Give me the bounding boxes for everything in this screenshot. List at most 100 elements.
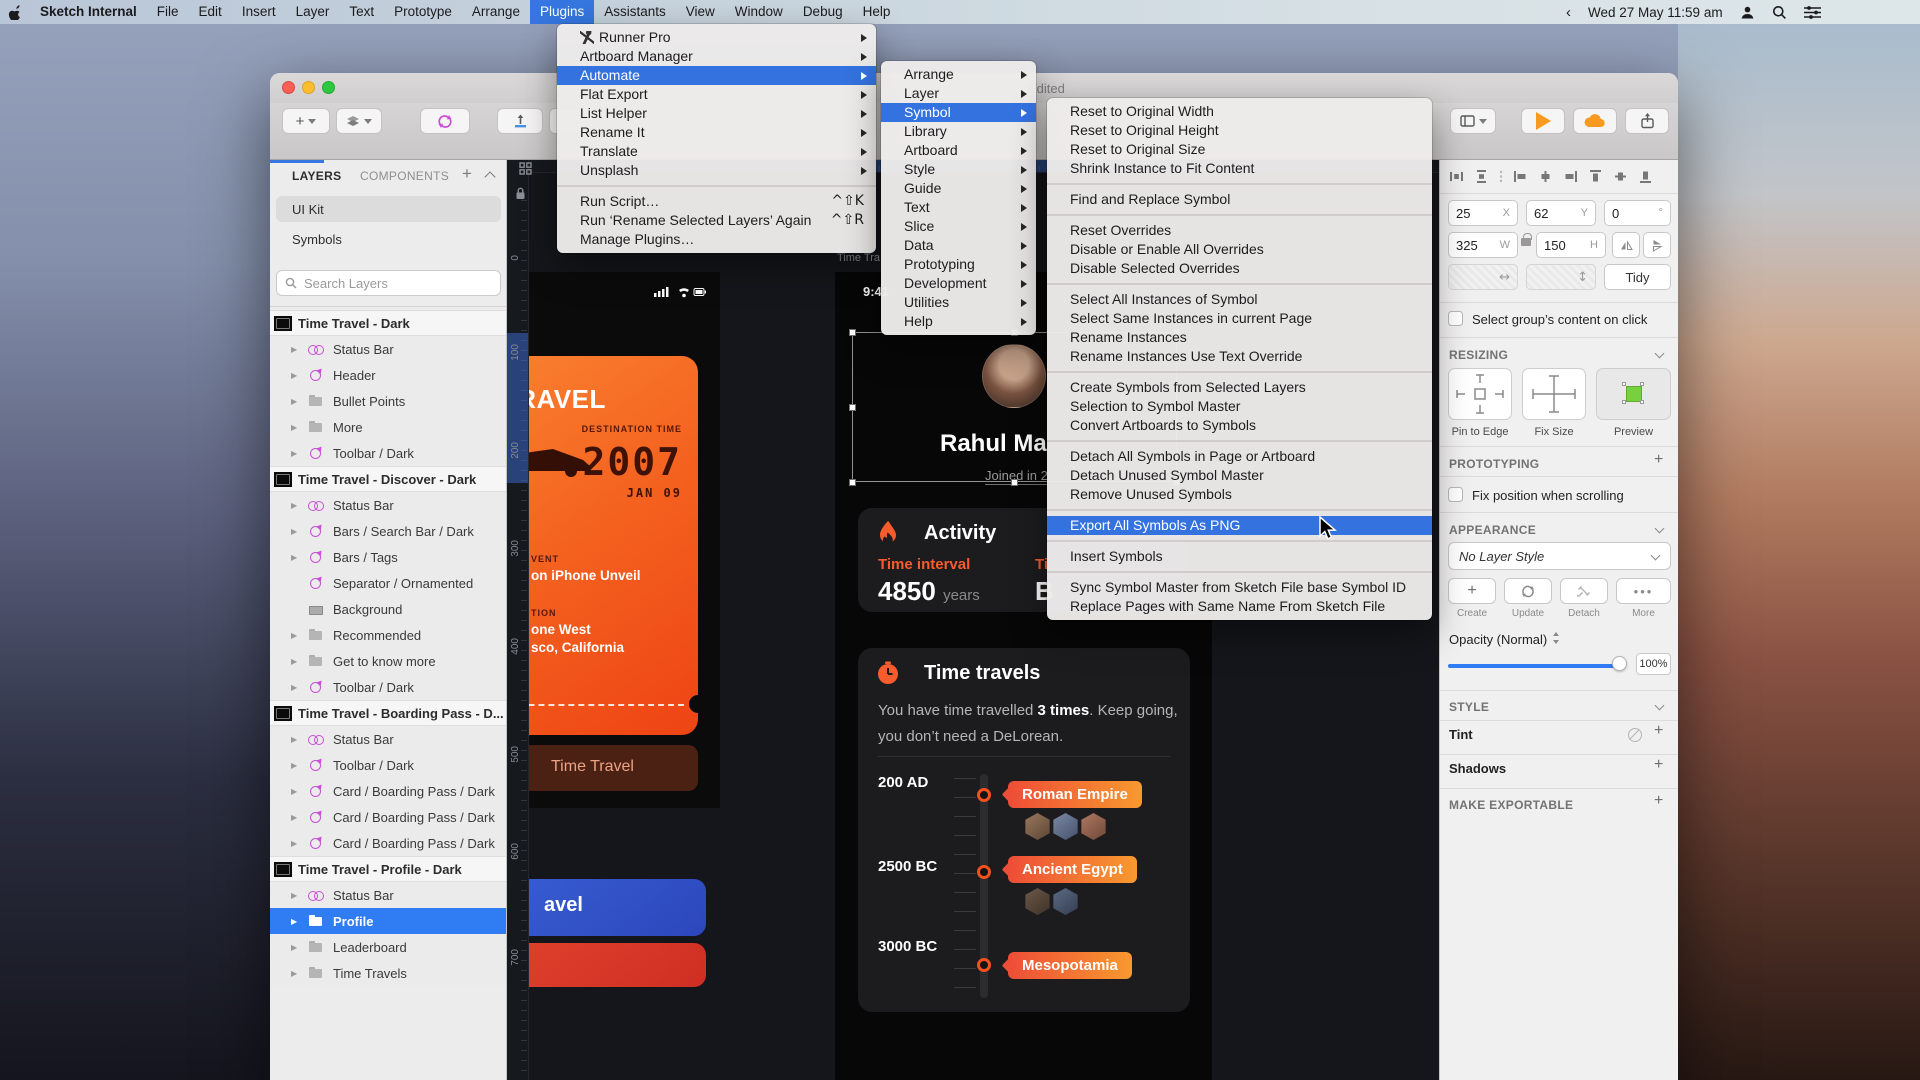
disclosure-triangle-icon[interactable]: ▶ [291, 449, 303, 458]
view-button[interactable] [1450, 108, 1496, 134]
layer-row[interactable]: ▶ Status Bar [270, 336, 506, 362]
disclosure-triangle-icon[interactable]: ▶ [291, 423, 303, 432]
menu-item[interactable] [1047, 440, 1432, 442]
menu-item[interactable]: Run Script… ^⇧K [557, 192, 876, 211]
menu-item[interactable]: Find and Replace Symbol [1047, 190, 1432, 209]
stepper-icon[interactable] [1552, 632, 1561, 644]
layer-row[interactable]: ▶ Card / Boarding Pass / Dark [270, 830, 506, 856]
update-style-button[interactable] [1504, 578, 1552, 604]
layer-row[interactable]: ▶ Time Travels [270, 960, 506, 986]
flip-horizontal-button[interactable] [1612, 232, 1640, 258]
layer-style-select[interactable]: No Layer Style [1448, 542, 1671, 570]
selection-handle[interactable] [849, 479, 856, 486]
x-position-field[interactable]: 25 X [1448, 200, 1518, 226]
menu-item[interactable] [1047, 183, 1432, 185]
disclosure-triangle-icon[interactable]: ▶ [291, 501, 303, 510]
y-position-field[interactable]: 62 Y [1526, 200, 1596, 226]
menubar-item[interactable]: View [676, 0, 725, 24]
layer-row[interactable]: ▶ Bullet Points [270, 388, 506, 414]
menubar-item[interactable]: Insert [232, 0, 286, 24]
detach-style-button[interactable] [1560, 578, 1608, 604]
menubar-item[interactable]: Arrange [462, 0, 530, 24]
pin-to-edge-button[interactable] [1448, 368, 1512, 420]
add-page-button[interactable]: + [462, 164, 472, 184]
control-center-icon[interactable] [1803, 5, 1821, 19]
time-travel-button[interactable]: Time Travel [507, 745, 698, 791]
menu-item[interactable]: Convert Artboards to Symbols [1047, 416, 1432, 435]
menu-item[interactable]: Disable or Enable All Overrides [1047, 240, 1432, 259]
apple-menu-icon[interactable] [0, 0, 30, 24]
grid-view-icon[interactable] [519, 162, 532, 175]
menubar-item[interactable]: Debug [793, 0, 853, 24]
menu-item[interactable]: Artboard Manager [557, 47, 876, 66]
more-styles-button[interactable]: ••• [1616, 578, 1671, 604]
layer-row[interactable]: ▶ Status Bar [270, 882, 506, 908]
layer-row[interactable]: ▶ More [270, 414, 506, 440]
menubar-item[interactable]: Help [853, 0, 901, 24]
menu-item[interactable]: Replace Pages with Same Name From Sketch… [1047, 597, 1432, 616]
layer-row[interactable]: ▶ Profile [270, 908, 506, 934]
page-item-ui-kit[interactable]: UI Kit [276, 196, 501, 222]
layer-row[interactable]: Separator / Ornamented [270, 570, 506, 596]
menu-item[interactable]: Rename It [557, 123, 876, 142]
opacity-value[interactable]: 100% [1636, 653, 1671, 675]
disclosure-triangle-icon[interactable]: ▶ [291, 371, 303, 380]
menu-item[interactable]: Prototyping [881, 255, 1036, 274]
disclosure-triangle-icon[interactable]: ▶ [291, 397, 303, 406]
menu-item[interactable]: Style [881, 160, 1036, 179]
disclosure-triangle-icon[interactable]: ▶ [291, 787, 303, 796]
menu-item[interactable]: Automate [557, 66, 876, 85]
cloud-button[interactable] [1573, 108, 1617, 134]
search-icon[interactable] [1772, 5, 1787, 20]
menu-item[interactable] [1047, 571, 1432, 573]
disclosure-triangle-icon[interactable]: ▶ [291, 553, 303, 562]
menubar-item[interactable]: Sketch Internal [30, 0, 147, 24]
search-layers-field[interactable]: Search Layers [276, 270, 501, 296]
layer-row[interactable]: ▼ Time Travel - Boarding Pass - D... [270, 700, 506, 726]
menu-item[interactable]: Slice [881, 217, 1036, 236]
rotation-field[interactable]: 0 ° [1604, 200, 1671, 226]
time-travels-card[interactable]: Time travels You have time travelled 3 t… [858, 648, 1190, 1012]
menu-item[interactable] [1047, 540, 1432, 542]
group-content-checkbox[interactable] [1448, 311, 1463, 326]
menu-item[interactable]: Arrange [881, 65, 1036, 84]
preview-button[interactable] [1521, 108, 1565, 134]
lock-proportions-icon[interactable] [1521, 233, 1532, 246]
create-style-button[interactable]: + [1448, 578, 1496, 604]
align-top-icon[interactable] [1588, 169, 1603, 184]
menu-item[interactable]: Data [881, 236, 1036, 255]
lock-icon[interactable] [515, 187, 526, 200]
chevron-down-icon[interactable] [1654, 700, 1665, 711]
menu-item[interactable]: Help [881, 312, 1036, 331]
menu-item[interactable]: Insert Symbols [1047, 547, 1432, 566]
minimize-window-button[interactable] [302, 81, 315, 94]
make-exportable-button[interactable]: + [1654, 792, 1663, 810]
menu-item[interactable]: Remove Unused Symbols [1047, 485, 1432, 504]
align-center-horizontal-icon[interactable] [1538, 169, 1553, 184]
layer-row[interactable]: ▼ Time Travel - Profile - Dark [270, 856, 506, 882]
forward-button[interactable] [497, 108, 543, 134]
disclosure-triangle-icon[interactable]: ▶ [291, 917, 303, 926]
menu-item[interactable]: Reset to Original Size [1047, 140, 1432, 159]
data-button[interactable] [336, 108, 382, 134]
layer-row[interactable]: ▼ Time Travel - Discover - Dark [270, 466, 506, 492]
menu-item[interactable]: Manage Plugins… [557, 230, 876, 249]
menu-item[interactable]: Detach All Symbols in Page or Artboard [1047, 447, 1432, 466]
menu-item[interactable] [1047, 371, 1432, 373]
promo-card-blue[interactable]: avel [507, 879, 706, 936]
menu-item[interactable]: Artboard [881, 141, 1036, 160]
menu-item[interactable]: Rename Instances Use Text Override [1047, 347, 1432, 366]
add-tint-button[interactable]: + [1654, 722, 1663, 740]
disclosure-triangle-icon[interactable]: ▶ [291, 969, 303, 978]
layer-row[interactable]: ▶ Status Bar [270, 726, 506, 752]
width-field[interactable]: 325 W [1448, 232, 1518, 258]
menu-item[interactable]: Text [881, 198, 1036, 217]
menubar-item[interactable]: Text [339, 0, 384, 24]
chevron-down-icon[interactable] [1654, 348, 1665, 359]
menu-item[interactable]: Runner Pro [557, 28, 876, 47]
disclosure-triangle-icon[interactable]: ▶ [291, 761, 303, 770]
menu-item[interactable]: Disable Selected Overrides [1047, 259, 1432, 278]
disclosure-triangle-icon[interactable]: ▶ [291, 813, 303, 822]
disclosure-triangle-icon[interactable]: ▶ [291, 631, 303, 640]
disclosure-triangle-icon[interactable]: ▶ [291, 891, 303, 900]
